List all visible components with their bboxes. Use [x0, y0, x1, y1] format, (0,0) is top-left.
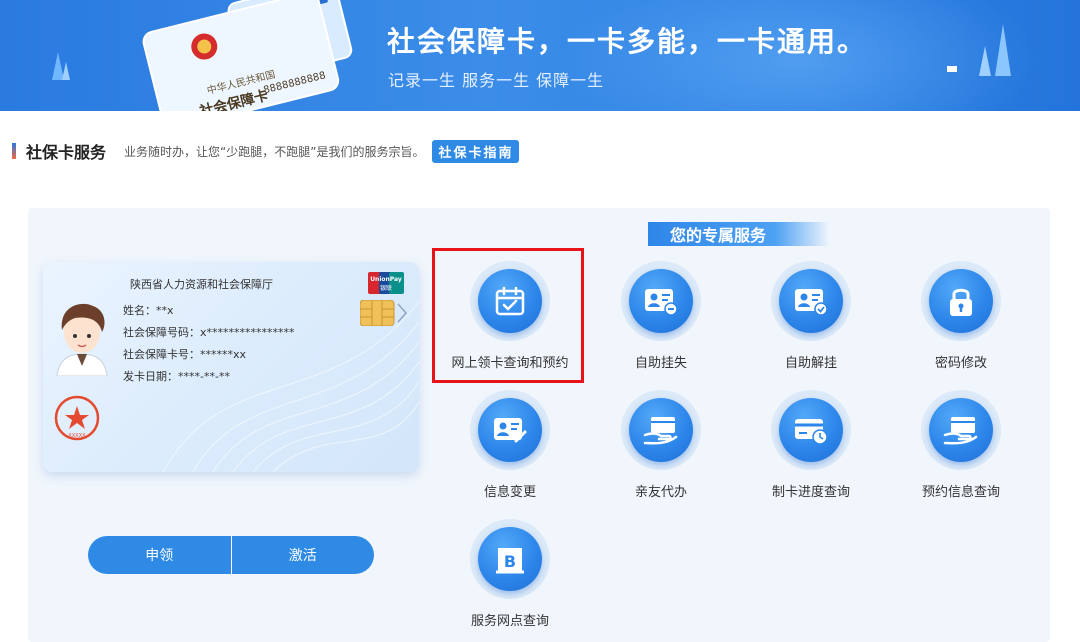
service-label: 制卡进度查询 [771, 485, 850, 500]
svg-text:UnionPay: UnionPay [370, 276, 402, 283]
service-label: 自助挂失 [634, 356, 687, 371]
card-issuer: 陕西省人力资源和社会保障厅 [130, 278, 273, 291]
service-icon-ring [921, 390, 1001, 470]
service-label: 亲友代办 [634, 485, 687, 500]
section-title: 社保卡服务 [26, 143, 107, 162]
service-label: 自助解挂 [784, 356, 837, 371]
hand-card-icon [643, 417, 678, 445]
tree-decoration-icon [52, 52, 70, 80]
id-card-minus-icon [645, 289, 678, 316]
service-icon-ring [771, 390, 851, 470]
svg-text:XXXXX: XXXXX [68, 433, 86, 439]
card-chip-icon [360, 300, 408, 326]
id-card-edit-icon [494, 418, 527, 443]
svg-text:B: B [504, 552, 516, 571]
guide-button[interactable]: 社保卡指南 [432, 139, 520, 163]
lock-icon [950, 288, 972, 316]
avatar [56, 303, 108, 376]
service-card-progress-query[interactable]: 制卡进度查询 [736, 390, 886, 500]
section-description: 业务随时办，让您“少跑腿，不跑腿”是我们的服务宗旨。 [124, 144, 425, 159]
service-self-report-loss[interactable]: 自助挂失 [586, 261, 736, 371]
service-self-unfreeze[interactable]: 自助解挂 [736, 261, 886, 371]
top-banner: 中华人民共和国 社会保障卡 8888888888 社会保障卡，一卡多能，一卡通用… [0, 0, 1080, 111]
apply-button[interactable]: 申领 [88, 536, 231, 574]
section-header: 社保卡服务 业务随时办，让您“少跑腿，不跑腿”是我们的服务宗旨。 社保卡指南 [12, 138, 520, 164]
service-label: 服务网点查询 [470, 614, 549, 629]
section-accent-bar [12, 143, 16, 159]
bank-building-icon: B [496, 548, 524, 574]
hand-card-icon [943, 417, 978, 445]
service-icon-ring [621, 261, 701, 341]
activate-button[interactable]: 激活 [232, 536, 375, 574]
social-security-card-image: 中华人民共和国 社会保障卡 8888888888 [142, 0, 353, 111]
service-icon-ring [921, 261, 1001, 341]
card-action-group: 申领 激活 [88, 536, 374, 574]
service-icon-ring [470, 390, 550, 470]
seal-icon: XXXXX [54, 395, 100, 441]
card-clock-icon [795, 419, 828, 445]
id-card-check-icon [795, 289, 828, 316]
service-icon-ring [771, 261, 851, 341]
card-issue-date: 发卡日期：****-**-** [123, 370, 230, 383]
services-title: 您的专属服务 [648, 222, 830, 246]
service-label: 密码修改 [934, 356, 987, 371]
tree-decoration-icon [947, 24, 1011, 76]
service-appointment-query[interactable]: 预约信息查询 [886, 390, 1036, 500]
service-icon-ring [621, 390, 701, 470]
unionpay-logo-icon: UnionPay 银联 [368, 272, 404, 294]
service-password-change[interactable]: 密码修改 [886, 261, 1036, 371]
service-label: 信息变更 [483, 485, 536, 500]
service-proxy-handling[interactable]: 亲友代办 [586, 390, 736, 500]
service-icon-ring: B [470, 519, 550, 599]
service-label: 预约信息查询 [921, 485, 1000, 500]
card-ss-number: 社会保障号码：x**************** [123, 326, 295, 339]
service-outlet-query[interactable]: B 服务网点查询 [435, 519, 585, 629]
highlight-box [432, 248, 584, 383]
card-name: 姓名：**x [123, 304, 174, 317]
card-number: 社会保障卡号：******xx [123, 348, 247, 361]
banner-title: 社会保障卡，一卡多能，一卡通用。 [387, 25, 868, 58]
social-security-card: 陕西省人力资源和社会保障厅 姓名：**x 社会保障号码：x***********… [43, 262, 419, 472]
service-info-change[interactable]: 信息变更 [435, 390, 585, 500]
svg-text:银联: 银联 [380, 284, 392, 292]
banner-subtitle: 记录一生 服务一生 保障一生 [388, 71, 605, 90]
